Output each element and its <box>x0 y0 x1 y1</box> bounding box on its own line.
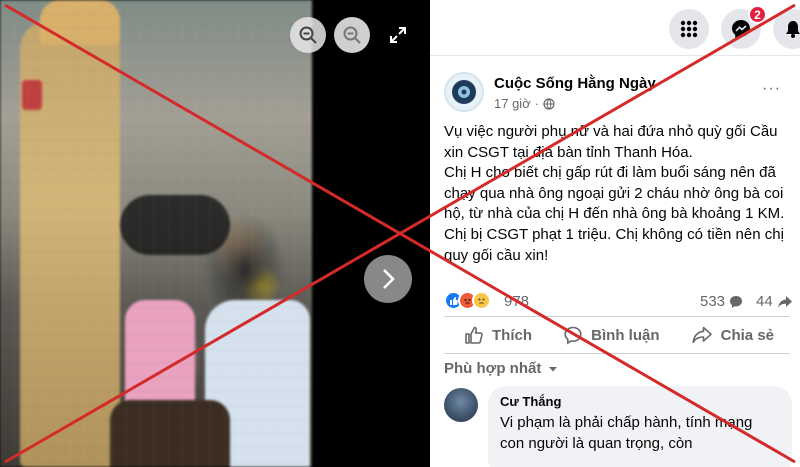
post-text-line: Vụ việc người phụ nữ và hai đứa nhỏ quỳ … <box>444 123 778 161</box>
post-time[interactable]: 17 giờ · <box>494 96 555 111</box>
comment-icon <box>564 326 582 345</box>
share-count[interactable]: 44 <box>756 293 793 310</box>
menu-grid-icon <box>680 20 698 38</box>
reaction-icons[interactable] <box>444 291 491 310</box>
blurred-photo <box>0 0 312 467</box>
page-name[interactable]: Cuộc Sống Hằng Ngày <box>494 75 656 92</box>
comment-button[interactable]: Bình luận <box>563 325 659 345</box>
share-label: Chia sẻ <box>720 326 774 344</box>
comment-text: Vi phạm là phải chấp hành, tính mạng con… <box>500 414 753 452</box>
comment-bubble: Cư Thắng Vi phạm là phải chấp hành, tính… <box>488 386 792 467</box>
comment-count[interactable]: 533 <box>700 293 743 310</box>
post-panel: 2 Cuộc Sống Hằng Ngày 17 giờ · ··· Vụ vi… <box>430 0 800 467</box>
menu-button[interactable] <box>669 9 709 49</box>
share-count-text: 44 <box>756 293 773 310</box>
like-label: Thích <box>492 326 532 344</box>
comment-sort-dropdown[interactable]: Phù hợp nhất <box>444 360 559 377</box>
share-small-icon <box>777 295 792 308</box>
post-text-line: Chị H cho biết chị gấp rút đi làm buổi s… <box>444 164 785 264</box>
messenger-icon <box>732 20 750 38</box>
photo-viewer <box>0 0 430 467</box>
zoom-in-button[interactable] <box>334 17 370 53</box>
next-photo-button[interactable] <box>364 255 412 303</box>
next-arrow-icon <box>383 269 395 289</box>
top-bar: 2 <box>430 0 800 56</box>
more-options-button[interactable]: ··· <box>762 80 781 98</box>
action-bar: Thích Bình luận Chia sẻ <box>444 316 790 354</box>
chevron-down-icon <box>549 366 558 371</box>
post-time-text: 17 giờ <box>494 96 531 111</box>
fullscreen-icon <box>390 27 406 43</box>
post-header: Cuộc Sống Hằng Ngày 17 giờ · ··· <box>444 70 784 116</box>
notifications-button[interactable] <box>773 9 800 49</box>
globe-icon <box>543 97 555 110</box>
bell-icon <box>786 21 800 38</box>
comment-small-icon <box>730 295 743 308</box>
messenger-button[interactable]: 2 <box>721 5 767 49</box>
zoom-in-icon <box>343 26 361 44</box>
page-avatar[interactable] <box>444 72 484 112</box>
share-button[interactable]: Chia sẻ <box>691 325 774 345</box>
share-icon <box>692 326 712 344</box>
comment-count-text: 533 <box>700 293 726 310</box>
like-button[interactable]: Thích <box>464 325 532 345</box>
commenter-avatar[interactable] <box>444 388 478 422</box>
comment-item: Cư Thắng Vi phạm là phải chấp hành, tính… <box>444 386 792 467</box>
zoom-out-button[interactable] <box>290 17 326 53</box>
page-logo-icon <box>452 80 476 104</box>
comment-label: Bình luận <box>591 326 660 344</box>
like-icon <box>465 326 483 344</box>
reaction-count[interactable]: 978 <box>504 293 529 310</box>
fullscreen-button[interactable] <box>380 17 416 53</box>
comment-author[interactable]: Cư Thắng <box>500 394 780 409</box>
notification-badge: 2 <box>748 5 767 24</box>
reactions-summary: 978 533 44 <box>444 291 793 313</box>
zoom-out-icon <box>299 26 317 44</box>
sort-label: Phù hợp nhất <box>444 360 542 377</box>
post-text: Vụ việc người phụ nữ và hai đứa nhỏ quỳ … <box>444 122 790 266</box>
pixelation-mosaic <box>0 0 312 467</box>
sad-reaction-icon <box>472 291 491 310</box>
separator-dot: · <box>534 96 540 111</box>
